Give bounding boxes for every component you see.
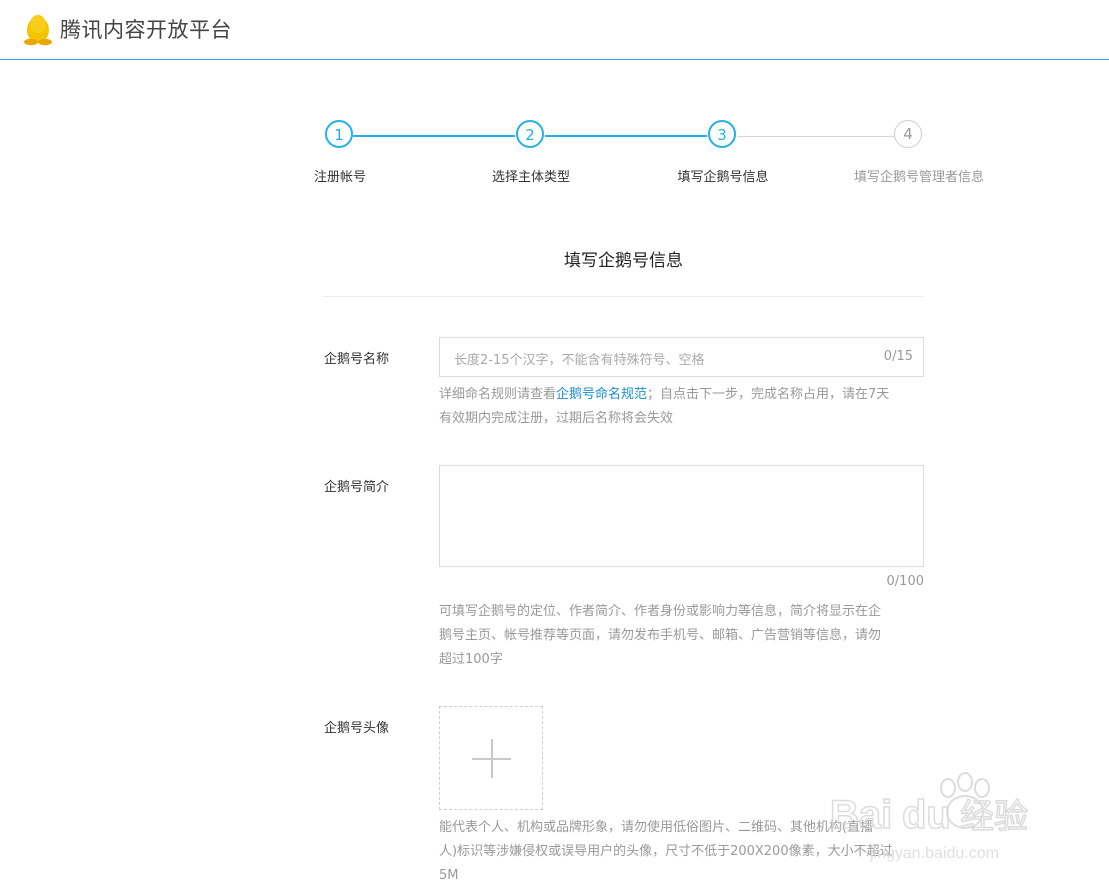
step-3-indicator: 3 <box>708 120 736 148</box>
intro-hint-line-2: 鹅号主页、帐号推荐等页面，请勿发布手机号、邮箱、广告营销等信息，请勿 <box>439 628 882 643</box>
name-input[interactable]: 长度2-15个汉字，不能含有特殊符号、空格 0/15 <box>439 337 924 377</box>
svg-text:du: du <box>902 793 951 837</box>
name-hint-line-1: 详细命名规则请查看企鹅号命名规范；自点击下一步，完成名称占用，请在7天 <box>439 383 929 407</box>
step-4-label: 填写企鹅号管理者信息 <box>853 170 985 185</box>
baidu-watermark: Bai du 经验 jingyan.baidu.com <box>829 772 1029 862</box>
svg-text:经验: 经验 <box>960 797 1028 837</box>
name-hint-suffix: ；自点击下一步，完成名称占用，请在7天 <box>647 387 890 402</box>
name-field-label: 企鹅号名称 <box>324 352 390 367</box>
intro-hint-line-1: 可填写企鹅号的定位、作者简介、作者身份或影响力等信息，简介将显示在企 <box>439 604 882 619</box>
intro-textarea[interactable] <box>439 465 924 567</box>
name-char-counter: 0/15 <box>883 349 913 364</box>
title-divider <box>323 296 924 297</box>
intro-hint-line-3: 超过100字 <box>439 652 503 667</box>
step-connector <box>353 135 515 137</box>
brand-name: 腾讯内容开放平台 <box>60 18 232 42</box>
step-1-label: 注册帐号 <box>313 170 367 185</box>
site-logo[interactable]: 腾讯内容开放平台 <box>22 12 232 46</box>
step-connector <box>545 135 707 137</box>
name-hint: 详细命名规则请查看企鹅号命名规范；自点击下一步，完成名称占用，请在7天 有效期内… <box>439 383 929 431</box>
top-header: 腾讯内容开放平台 <box>0 0 1109 60</box>
intro-field-label: 企鹅号简介 <box>324 480 390 495</box>
avatar-field-label: 企鹅号头像 <box>324 721 390 736</box>
step-2-indicator: 2 <box>516 120 544 148</box>
step-4-indicator: 4 <box>894 120 922 148</box>
form-title: 填写企鹅号信息 <box>564 251 683 271</box>
step-3-label: 填写企鹅号信息 <box>677 170 769 185</box>
registration-stepper: 1 2 3 4 注册帐号 选择主体类型 填写企鹅号信息 填写企鹅号管理者信息 <box>0 118 1109 198</box>
name-input-placeholder: 长度2-15个汉字，不能含有特殊符号、空格 <box>454 353 705 368</box>
step-connector <box>737 136 894 137</box>
intro-hint: 可填写企鹅号的定位、作者简介、作者身份或影响力等信息，简介将显示在企 鹅号主页、… <box>439 600 929 672</box>
naming-rules-link[interactable]: 企鹅号命名规范 <box>556 387 647 402</box>
step-1-indicator: 1 <box>325 120 353 148</box>
penguin-icon <box>24 15 52 46</box>
name-hint-prefix: 详细命名规则请查看 <box>439 387 557 402</box>
avatar-upload-button[interactable] <box>439 706 543 810</box>
svg-text:Bai: Bai <box>830 793 892 837</box>
intro-char-counter: 0/100 <box>886 574 924 589</box>
svg-text:jingyan.baidu.com: jingyan.baidu.com <box>869 845 999 862</box>
name-hint-line-2: 有效期内完成注册，过期后名称将会失效 <box>439 411 674 426</box>
step-2-label: 选择主体类型 <box>491 170 571 185</box>
